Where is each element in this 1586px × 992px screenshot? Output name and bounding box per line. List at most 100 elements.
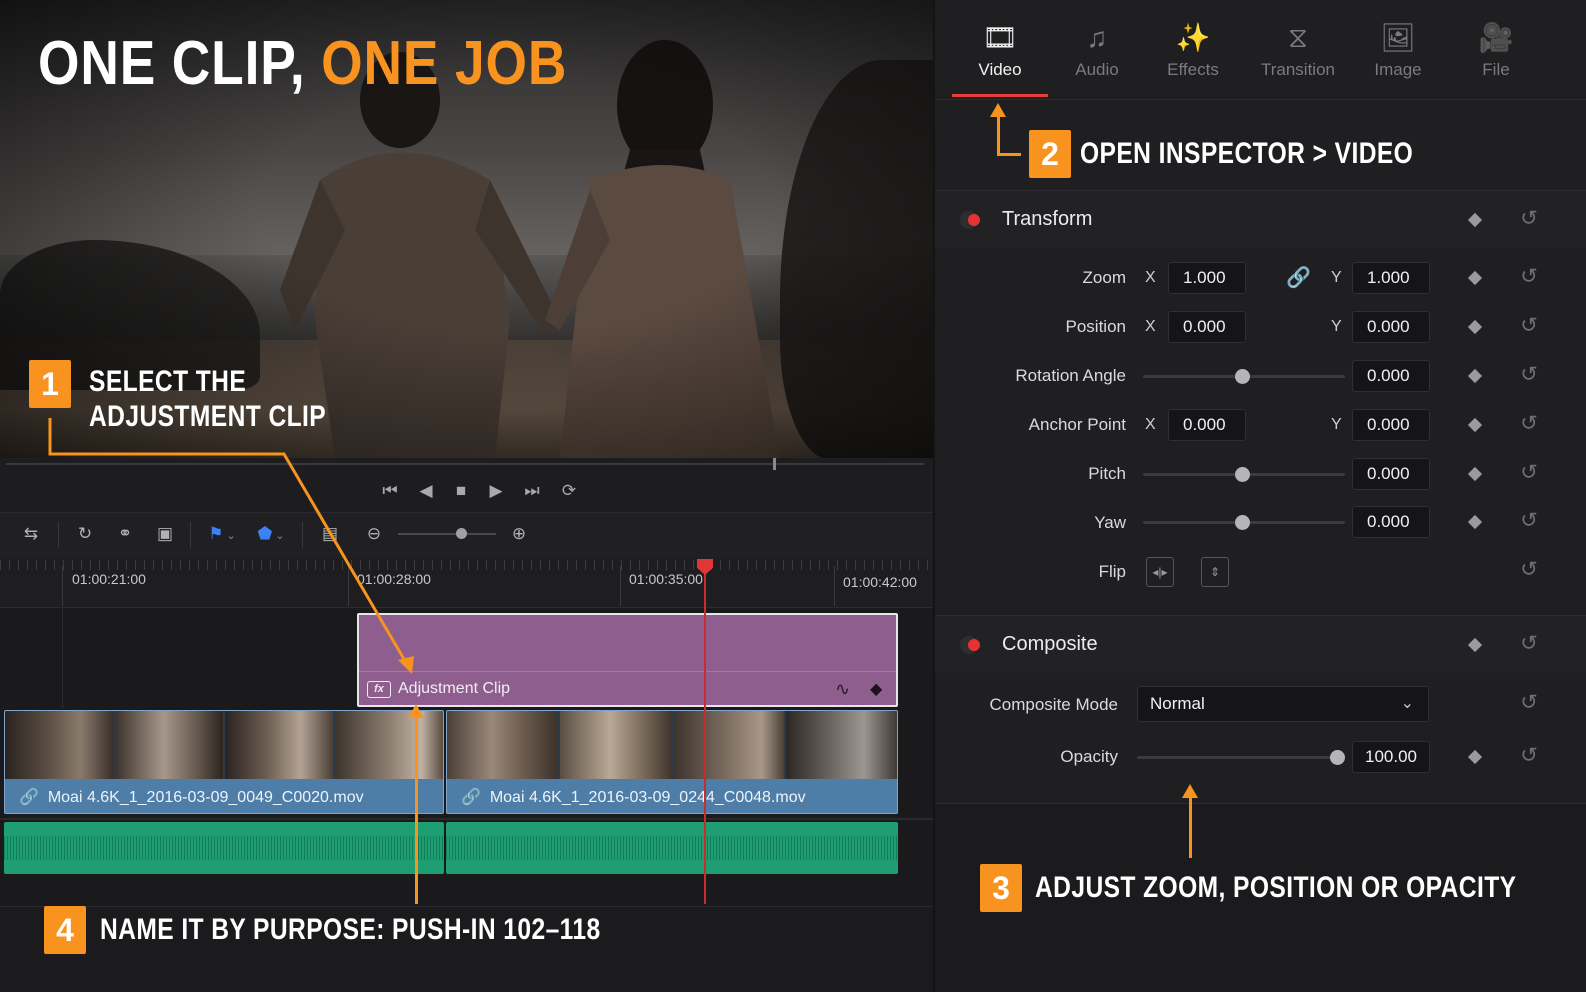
active-tab-indicator [952, 94, 1048, 97]
zoom-x-axis: X [1145, 269, 1156, 286]
link-icon: 🔗 [19, 789, 48, 806]
headline-part1: ONE CLIP, [38, 29, 322, 98]
position-y-field[interactable]: 0.000 [1352, 311, 1430, 343]
reset-icon[interactable]: ↺ [1518, 208, 1540, 230]
reset-icon[interactable]: ↺ [1518, 364, 1540, 386]
flip-label: Flip [1098, 562, 1126, 581]
composite-title: Composite [1002, 633, 1098, 655]
reset-icon[interactable]: ↺ [1518, 315, 1540, 337]
tab-video[interactable]: 🎞 Video [952, 20, 1048, 80]
reset-icon[interactable]: ↺ [1518, 745, 1540, 767]
reset-icon[interactable]: ↺ [1518, 633, 1540, 655]
composite-mode-select[interactable]: Normal ⌄ [1137, 686, 1429, 722]
play-icon[interactable]: ▶ [482, 478, 510, 504]
annotation-3-text: ADJUST ZOOM, POSITION OR OPACITY [1035, 871, 1517, 904]
anchor-y-axis: Y [1331, 416, 1342, 433]
tab-label: Effects [1167, 60, 1219, 79]
reset-icon[interactable]: ↺ [1518, 510, 1540, 532]
reset-icon[interactable]: ↺ [1518, 462, 1540, 484]
video-clip[interactable]: 🔗 Moai 4.6K_1_2016-03-09_0049_C0020.mov [4, 710, 444, 814]
transform-title: Transform [1002, 208, 1093, 230]
transform-enable-toggle[interactable] [968, 214, 980, 226]
reset-icon[interactable]: ↺ [1518, 559, 1540, 581]
tab-audio[interactable]: ♫ Audio [1049, 20, 1145, 80]
position-y-axis: Y [1331, 318, 1342, 335]
opacity-field[interactable]: 100.00 [1352, 741, 1430, 773]
keyframe-icon[interactable]: ◆ [870, 679, 882, 699]
loop-icon[interactable]: ⟳ [555, 478, 583, 504]
stop-icon[interactable]: ■ [447, 478, 475, 504]
timecode-label: 01:00:35:00 [629, 571, 703, 587]
music-note-icon: ♫ [1086, 22, 1108, 53]
curve-icon[interactable]: ∿ [835, 679, 850, 700]
zoom-y-axis: Y [1331, 269, 1342, 286]
anchor-x-field[interactable]: 0.000 [1168, 409, 1246, 441]
link-icon: 🔗 [461, 789, 490, 806]
link-icon[interactable]: 🔗 [1286, 265, 1311, 290]
annotation-2-arrowhead [990, 103, 1006, 117]
image-icon: 🖼 [1380, 22, 1416, 53]
composite-mode-label: Composite Mode [989, 695, 1118, 714]
zoom-slider-knob[interactable] [456, 528, 467, 539]
anchor-y-field[interactable]: 0.000 [1352, 409, 1430, 441]
zoom-y-field[interactable]: 1.000 [1352, 262, 1430, 294]
opacity-slider-knob[interactable] [1330, 750, 1345, 765]
zoom-x-field[interactable]: 1.000 [1168, 262, 1246, 294]
pitch-slider-knob[interactable] [1235, 467, 1250, 482]
tab-transition[interactable]: ⧖ Transition [1250, 20, 1346, 80]
app-window: ONE CLIP, ONE JOB ⏮ ◀ ■ ▶ ⏭ ⟳ ⇆ ↻ ⚭ ▣ ⚑ … [0, 0, 1586, 992]
tab-label: Video [978, 60, 1022, 79]
adjustment-clip-label: Adjustment Clip [398, 680, 511, 697]
position-x-field[interactable]: 0.000 [1168, 311, 1246, 343]
video-clip-label: Moai 4.6K_1_2016-03-09_0244_C0048.mov [489, 789, 806, 806]
annotation-4-text: NAME IT BY PURPOSE: PUSH-IN 102–118 [100, 913, 601, 946]
skip-to-end-icon[interactable]: ⏭ [518, 478, 546, 504]
audio-waveform [446, 836, 898, 860]
annotation-2-arrow-foot [997, 153, 1021, 156]
video-clip[interactable]: 🔗 Moai 4.6K_1_2016-03-09_0244_C0048.mov [446, 710, 898, 814]
reset-icon[interactable]: ↺ [1518, 413, 1540, 435]
opacity-slider[interactable] [1137, 756, 1337, 759]
yaw-label: Yaw [1094, 513, 1126, 532]
annotation-1-badge: 1 [29, 360, 71, 408]
audio-clip[interactable] [4, 822, 444, 874]
rotation-field[interactable]: 0.000 [1352, 360, 1430, 392]
tab-image[interactable]: 🖼 Image [1350, 20, 1446, 80]
yaw-field[interactable]: 0.000 [1352, 506, 1430, 538]
rotation-slider-knob[interactable] [1235, 369, 1250, 384]
scrub-handle[interactable] [773, 458, 776, 470]
zoom-label: Zoom [1082, 268, 1126, 287]
track-divider [0, 818, 938, 820]
anchor-x-axis: X [1145, 416, 1156, 433]
file-camera-icon: 🎥 [1478, 22, 1514, 53]
thumbnail [673, 711, 786, 779]
magic-wand-icon: ✨ [1175, 22, 1211, 53]
thumbnail [786, 711, 897, 779]
annotation-4-badge: 4 [44, 906, 86, 954]
timecode-label: 01:00:42:00 [843, 574, 917, 590]
zoom-in-icon[interactable]: ⊕ [508, 520, 530, 548]
opacity-label: Opacity [1060, 747, 1118, 766]
transition-icon: ⧖ [1288, 22, 1308, 53]
audio-waveform [4, 836, 444, 860]
annotation-1-arrow [48, 418, 414, 674]
rotation-label: Rotation Angle [1015, 366, 1126, 385]
audio-clip[interactable] [446, 822, 898, 874]
ruler-major-tick [834, 566, 835, 606]
pitch-label: Pitch [1088, 464, 1126, 483]
reset-icon[interactable]: ↺ [1518, 692, 1540, 714]
flip-vertical-icon[interactable]: ⇕ [1201, 557, 1229, 587]
tab-file[interactable]: 🎥 File [1448, 20, 1544, 80]
fx-icon: fx [367, 681, 391, 698]
yaw-slider-knob[interactable] [1235, 515, 1250, 530]
flip-horizontal-icon[interactable]: ◂|▸ [1146, 557, 1174, 587]
composite-enable-toggle[interactable] [968, 639, 980, 651]
thumbnail [225, 711, 335, 779]
reset-icon[interactable]: ↺ [1518, 266, 1540, 288]
playhead[interactable] [704, 568, 706, 904]
pitch-field[interactable]: 0.000 [1352, 458, 1430, 490]
tab-effects[interactable]: ✨ Effects [1145, 20, 1241, 80]
thumbnail [335, 711, 443, 779]
annotation-3-arrow-stem [1189, 796, 1192, 858]
headline-part2: ONE JOB [321, 29, 568, 98]
